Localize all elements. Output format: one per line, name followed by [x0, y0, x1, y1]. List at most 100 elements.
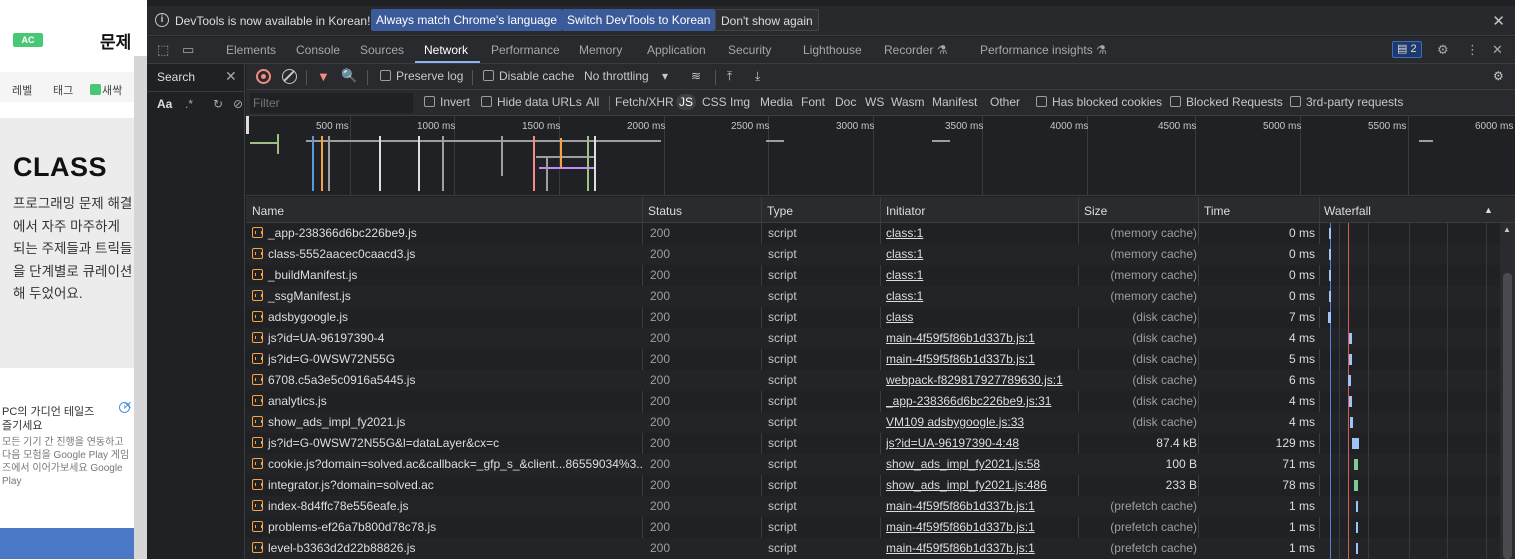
close-icon[interactable]: ✕: [1492, 12, 1505, 30]
close-devtools-icon[interactable]: ✕: [1492, 42, 1503, 58]
regex-button[interactable]: .*: [185, 97, 193, 111]
request-initiator-link[interactable]: _app-238366d6bc226be9.js:31: [886, 394, 1076, 408]
tab-application[interactable]: Application: [647, 43, 706, 57]
disable-cache-checkbox[interactable]: Disable cache: [483, 69, 574, 83]
request-initiator-link[interactable]: class:1: [886, 247, 1076, 261]
filter-ws[interactable]: WS: [862, 94, 887, 110]
switch-korean-button[interactable]: Switch DevTools to Korean: [562, 9, 716, 31]
request-name[interactable]: _ssgManifest.js: [252, 289, 642, 303]
table-scrollbar[interactable]: ▲: [1500, 223, 1515, 559]
filter-icon[interactable]: ▼: [317, 69, 330, 84]
filter-wasm[interactable]: Wasm: [888, 94, 928, 110]
preserve-log-checkbox[interactable]: Preserve log: [380, 69, 463, 83]
request-name[interactable]: class-5552aacec0caacd3.js: [252, 247, 642, 261]
timeline-overview[interactable]: 500 ms 1000 ms 1500 ms 2000 ms 2500 ms 3…: [246, 116, 1515, 196]
request-initiator-link[interactable]: js?id=UA-96197390-4:48: [886, 436, 1076, 450]
tab-memory[interactable]: Memory: [579, 43, 622, 57]
search-close-icon[interactable]: ✕: [225, 68, 237, 85]
search-icon[interactable]: 🔍: [341, 68, 357, 84]
table-row[interactable]: _app-238366d6bc226be9.js 200 script class:1…: [246, 223, 1500, 244]
import-har-icon[interactable]: ⤒: [727, 69, 732, 84]
request-initiator-link[interactable]: main-4f59f5f86b1d337b.js:1: [886, 520, 1076, 534]
request-initiator-link[interactable]: class: [886, 310, 1076, 324]
table-row[interactable]: _buildManifest.js 200 script class:1 (memory…: [246, 265, 1500, 286]
filter-js[interactable]: JS: [676, 94, 697, 110]
request-name[interactable]: _buildManifest.js: [252, 268, 642, 282]
request-initiator-link[interactable]: webpack-f829817927789630.js:1: [886, 373, 1076, 387]
tab-performance[interactable]: Performance: [491, 43, 560, 57]
record-icon[interactable]: [256, 69, 271, 84]
table-row[interactable]: problems-ef26a7b800d78c78.js 200 script mai…: [246, 517, 1500, 538]
nav-tag[interactable]: 태그: [53, 82, 73, 98]
column-header-initiator[interactable]: Initiator: [886, 204, 925, 218]
network-conditions-icon[interactable]: ≋: [691, 69, 701, 83]
filter-css[interactable]: CSS: [699, 94, 730, 110]
request-name[interactable]: js?id=UA-96197390-4: [252, 331, 642, 345]
tab-console[interactable]: Console: [296, 43, 340, 57]
table-row[interactable]: js?id=G-0WSW72N55G&l=dataLayer&cx=c 200 sc…: [246, 433, 1500, 454]
table-row[interactable]: class-5552aacec0caacd3.js 200 script class:…: [246, 244, 1500, 265]
table-row[interactable]: analytics.js 200 script _app-238366d6bc226b…: [246, 391, 1500, 412]
request-name[interactable]: cookie.js?domain=solved.ac&callback=_gfp…: [252, 457, 642, 471]
network-settings-gear-icon[interactable]: ⚙: [1493, 69, 1504, 83]
clear-icon[interactable]: [282, 69, 297, 84]
column-header-time[interactable]: Time: [1204, 204, 1230, 218]
request-name[interactable]: index-8d4ffc78e556eafe.js: [252, 499, 642, 513]
request-name[interactable]: problems-ef26a7b800d78c78.js: [252, 520, 642, 534]
tab-sources[interactable]: Sources: [360, 43, 404, 57]
device-toolbar-icon[interactable]: ▭: [182, 42, 194, 58]
inspect-element-icon[interactable]: ⬚: [157, 42, 169, 58]
filter-font[interactable]: Font: [798, 94, 828, 110]
match-language-button[interactable]: Always match Chrome's language: [371, 9, 563, 31]
filter-manifest[interactable]: Manifest: [929, 94, 980, 110]
more-options-icon[interactable]: ⋮: [1466, 42, 1479, 58]
overview-start-handle[interactable]: [246, 116, 249, 134]
tab-elements[interactable]: Elements: [226, 43, 276, 57]
gear-icon[interactable]: ⚙: [1437, 42, 1449, 58]
table-row[interactable]: js?id=G-0WSW72N55G 200 script main-4f59f5f8…: [246, 349, 1500, 370]
column-header-status[interactable]: Status: [648, 204, 682, 218]
table-row[interactable]: show_ads_impl_fy2021.js 200 script VM109 ad…: [246, 412, 1500, 433]
hide-data-urls-checkbox[interactable]: Hide data URLs: [481, 95, 582, 109]
request-name[interactable]: 6708.c5a3e5c0916a5445.js: [252, 373, 642, 387]
request-initiator-link[interactable]: VM109 adsbygoogle.js:33: [886, 415, 1076, 429]
filter-fetch-xhr[interactable]: Fetch/XHR: [612, 94, 677, 110]
throttling-select[interactable]: No throttling ▾: [584, 69, 668, 83]
clear-search-icon[interactable]: ⊘: [233, 97, 243, 111]
table-row[interactable]: _ssgManifest.js 200 script class:1 (memory c…: [246, 286, 1500, 307]
nav-level[interactable]: 레벨: [12, 82, 32, 98]
filter-doc[interactable]: Doc: [832, 94, 859, 110]
request-initiator-link[interactable]: main-4f59f5f86b1d337b.js:1: [886, 541, 1076, 555]
request-name[interactable]: analytics.js: [252, 394, 642, 408]
table-row[interactable]: js?id=UA-96197390-4 200 script main-4f59f5f…: [246, 328, 1500, 349]
table-row[interactable]: adsbygoogle.js 200 script class (disk cache)…: [246, 307, 1500, 328]
match-case-button[interactable]: Aa: [157, 97, 172, 111]
blocked-requests-checkbox[interactable]: Blocked Requests: [1170, 95, 1283, 109]
nav-new[interactable]: 새싹: [90, 82, 122, 98]
table-row[interactable]: cookie.js?domain=solved.ac&callback=_gfp…: [246, 454, 1500, 475]
table-row[interactable]: index-8d4ffc78e556eafe.js 200 script main-4…: [246, 496, 1500, 517]
dont-show-again-button[interactable]: Don't show again: [715, 9, 819, 31]
filter-media[interactable]: Media: [757, 94, 796, 110]
request-initiator-link[interactable]: show_ads_impl_fy2021.js:486: [886, 478, 1076, 492]
third-party-checkbox[interactable]: 3rd-party requests: [1290, 95, 1403, 109]
scroll-up-arrow-icon[interactable]: ▲: [1503, 225, 1511, 234]
request-initiator-link[interactable]: main-4f59f5f86b1d337b.js:1: [886, 352, 1076, 366]
tab-lighthouse[interactable]: Lighthouse: [803, 43, 862, 57]
request-initiator-link[interactable]: class:1: [886, 226, 1076, 240]
request-initiator-link[interactable]: class:1: [886, 289, 1076, 303]
request-name[interactable]: integrator.js?domain=solved.ac: [252, 478, 642, 492]
tab-security[interactable]: Security: [728, 43, 771, 57]
request-initiator-link[interactable]: show_ads_impl_fy2021.js:58: [886, 457, 1076, 471]
request-name[interactable]: adsbygoogle.js: [252, 310, 642, 324]
ad-banner[interactable]: PC의 가디언 테일즈 즐기세요 i ✕ 모든 기기 간 진행을 연동하고 다음…: [0, 400, 134, 518]
request-name[interactable]: js?id=G-0WSW72N55G: [252, 352, 642, 366]
filter-other[interactable]: Other: [987, 94, 1023, 110]
request-initiator-link[interactable]: main-4f59f5f86b1d337b.js:1: [886, 499, 1076, 513]
column-header-waterfall[interactable]: Waterfall: [1324, 204, 1371, 218]
request-name[interactable]: level-b3363d2d22b88826.js: [252, 541, 642, 555]
request-name[interactable]: _app-238366d6bc226be9.js: [252, 226, 642, 240]
filter-img[interactable]: Img: [727, 94, 753, 110]
column-header-type[interactable]: Type: [767, 204, 793, 218]
request-name[interactable]: js?id=G-0WSW72N55G&l=dataLayer&cx=c: [252, 436, 642, 450]
